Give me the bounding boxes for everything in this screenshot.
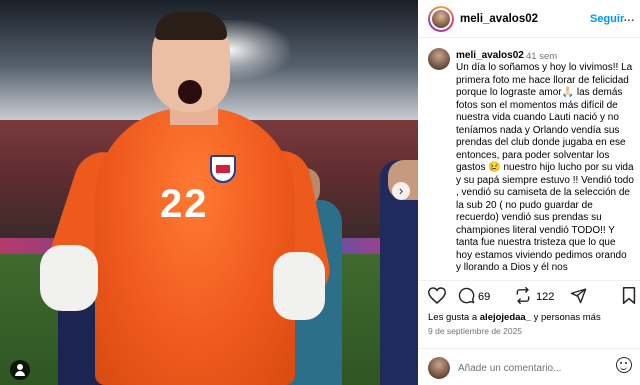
- avatar[interactable]: [428, 6, 454, 32]
- comment-icon[interactable]: [458, 287, 475, 304]
- user-tag-icon[interactable]: [10, 360, 30, 380]
- post-header: meli_avalos02 Seguir ···: [418, 0, 640, 38]
- heart-icon[interactable]: [428, 287, 446, 304]
- comment-input[interactable]: [458, 359, 608, 377]
- goalkeeper-left-glove: [40, 245, 98, 311]
- likes-prefix: Les gusta a: [428, 312, 480, 323]
- post-date: 9 de septiembre de 2025: [428, 326, 523, 336]
- action-bar: 69 122: [418, 280, 640, 308]
- emoji-icon[interactable]: [616, 357, 632, 373]
- goalkeeper-hair: [155, 12, 227, 40]
- post-sidebar: meli_avalos02 Seguir ··· meli_avalos02 4…: [418, 0, 640, 385]
- caption-text: Un día lo soñamos y hoy lo vivimos!! La …: [456, 62, 634, 273]
- viewer-avatar: [428, 357, 450, 379]
- follow-button[interactable]: Seguir: [590, 13, 624, 25]
- shares-count: 122: [536, 291, 555, 303]
- more-icon[interactable]: ···: [623, 11, 635, 27]
- chevron-right-icon[interactable]: ›: [392, 182, 410, 200]
- comments-count: 69: [478, 291, 491, 303]
- likes-summary[interactable]: Les gusta a alejojedaa_ y personas más: [428, 312, 601, 323]
- header-username[interactable]: meli_avalos02: [460, 13, 538, 25]
- goalkeeper-mouth: [178, 80, 202, 104]
- goalkeeper-jersey: [95, 108, 295, 385]
- post-photo[interactable]: 22 ›: [0, 0, 418, 385]
- share-icon[interactable]: [570, 287, 587, 304]
- likes-suffix[interactable]: y personas más: [531, 312, 601, 323]
- caption-username[interactable]: meli_avalos02: [456, 50, 524, 61]
- caption-avatar[interactable]: [428, 48, 450, 70]
- caption-timestamp[interactable]: 41 sem: [526, 51, 557, 62]
- goalkeeper-right-glove: [273, 252, 325, 320]
- team-crest: [210, 155, 236, 183]
- jersey-number: 22: [160, 182, 209, 226]
- repost-icon[interactable]: [514, 287, 532, 304]
- likes-user[interactable]: alejojedaa_: [480, 312, 531, 323]
- comment-bar: [418, 348, 640, 385]
- bookmark-icon[interactable]: [622, 287, 636, 304]
